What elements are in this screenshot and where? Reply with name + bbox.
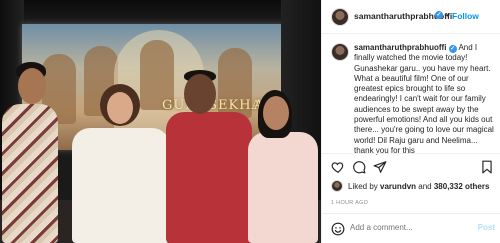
comment-input[interactable] — [350, 223, 460, 232]
header-separator: • — [446, 10, 449, 20]
verified-badge-icon: ✓ — [435, 11, 443, 19]
comment-box: Post — [322, 213, 500, 243]
post-timestamp[interactable]: 1 HOUR AGO — [331, 200, 368, 206]
caption-body: samantharuthprabhuoffi ✓ And I finally w… — [354, 43, 499, 156]
emoji-icon[interactable] — [331, 222, 345, 236]
author-avatar[interactable] — [331, 8, 349, 26]
liker-avatar[interactable] — [331, 180, 343, 192]
caption-username[interactable]: samantharuthprabhuoffi — [354, 43, 446, 52]
likes-text: Liked by varundvn and 380,332 others — [348, 182, 489, 191]
post-comment-button[interactable]: Post — [478, 223, 495, 232]
follow-button[interactable]: Follow — [452, 11, 500, 21]
share-icon[interactable] — [373, 160, 387, 174]
post-photo[interactable]: GUNASEKHAR AR — [0, 0, 321, 243]
likes-prefix: Liked by — [348, 182, 381, 191]
likes-summary: Liked by varundvn and 380,332 others — [331, 180, 500, 194]
liker-username[interactable]: varundvn — [380, 182, 416, 191]
post-sidebar: samantharuthprabhuoffi ✓ • Follow samant… — [321, 0, 500, 243]
caption-author-avatar[interactable] — [331, 43, 349, 61]
post-header: samantharuthprabhuoffi ✓ • Follow — [322, 0, 500, 34]
heart-icon[interactable] — [331, 160, 345, 174]
caption-text: And I finally watched the movie today! G… — [354, 43, 494, 155]
likes-count[interactable]: 380,332 others — [434, 182, 490, 191]
post-actions-bar — [322, 153, 500, 179]
comment-icon[interactable] — [352, 160, 366, 174]
theater-ceiling — [0, 0, 321, 26]
verified-badge-icon: ✓ — [448, 45, 457, 53]
likes-and: and — [416, 182, 434, 191]
bookmark-icon[interactable] — [480, 160, 494, 174]
